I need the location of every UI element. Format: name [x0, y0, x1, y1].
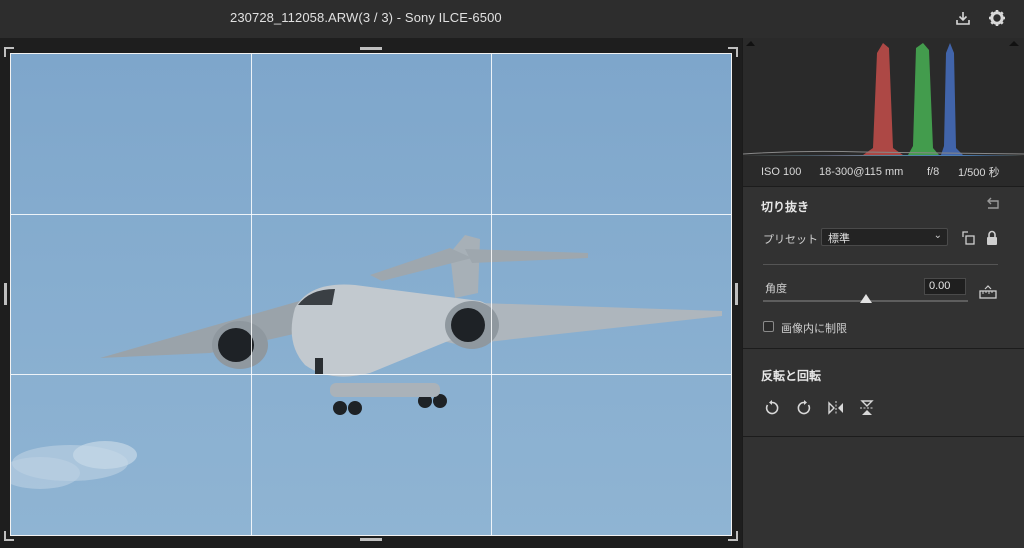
highlight-clip-icon — [1009, 41, 1019, 46]
crop-handle-bottom[interactable] — [360, 538, 382, 541]
crop-handle-top[interactable] — [360, 47, 382, 50]
grid-line — [491, 54, 492, 535]
crop-section-title: 切り抜き — [761, 200, 810, 214]
preset-select-value: 標準 — [828, 233, 850, 245]
gear-icon[interactable] — [987, 8, 1007, 28]
flip-vertical-icon[interactable] — [857, 398, 877, 418]
exif-iso: ISO 100 — [761, 166, 802, 178]
grid-line — [11, 214, 731, 215]
crop-handle-bottom-left[interactable] — [4, 531, 14, 541]
rotate-left-icon[interactable] — [762, 398, 782, 418]
rotate-aspect-icon[interactable] — [959, 228, 979, 248]
rotate-right-icon[interactable] — [794, 398, 814, 418]
crop-frame[interactable] — [10, 53, 732, 536]
constrain-checkbox[interactable] — [763, 321, 774, 332]
grid-line — [251, 54, 252, 535]
angle-slider-thumb[interactable] — [859, 294, 872, 303]
transform-section-title: 反転と回転 — [761, 369, 822, 383]
lock-icon[interactable] — [982, 228, 1002, 248]
divider — [743, 186, 1024, 187]
straighten-tool-icon[interactable] — [978, 282, 998, 302]
crop-handle-top-left[interactable] — [4, 47, 14, 57]
angle-label: 角度 — [765, 283, 787, 295]
window-title: 230728_112058.ARW(3 / 3) - Sony ILCE-650… — [230, 10, 502, 25]
constrain-label: 画像内に制限 — [781, 323, 847, 335]
divider — [763, 264, 998, 265]
exif-shutter: 1/500 秒 — [958, 167, 1000, 179]
exif-bar: ISO 100 18-300@115 mm f/8 1/500 秒 — [743, 158, 1024, 186]
angle-input[interactable]: 0.00 — [924, 278, 966, 295]
top-bar: 230728_112058.ARW(3 / 3) - Sony ILCE-650… — [0, 0, 1024, 38]
preset-label: プリセット — [763, 234, 818, 246]
preset-select[interactable]: 標準 ⌄ — [821, 228, 948, 246]
grid-line — [11, 374, 731, 375]
exif-aperture: f/8 — [927, 166, 940, 178]
crop-handle-left[interactable] — [4, 283, 7, 305]
crop-handle-right[interactable] — [735, 283, 738, 305]
chevron-down-icon: ⌄ — [933, 230, 942, 241]
flip-horizontal-icon[interactable] — [826, 398, 846, 418]
divider — [743, 348, 1024, 349]
crop-handle-top-right[interactable] — [728, 47, 738, 57]
exif-lens: 18-300@115 mm — [819, 166, 904, 178]
crop-handle-bottom-right[interactable] — [728, 531, 738, 541]
shadow-clip-icon — [746, 41, 755, 46]
download-icon[interactable] — [953, 8, 973, 28]
histogram — [742, 38, 1024, 158]
divider — [743, 436, 1024, 437]
reset-crop-icon[interactable] — [983, 194, 1003, 214]
right-panel: ISO 100 18-300@115 mm f/8 1/500 秒 切り抜き プ… — [742, 38, 1024, 548]
image-canvas[interactable] — [0, 38, 742, 548]
